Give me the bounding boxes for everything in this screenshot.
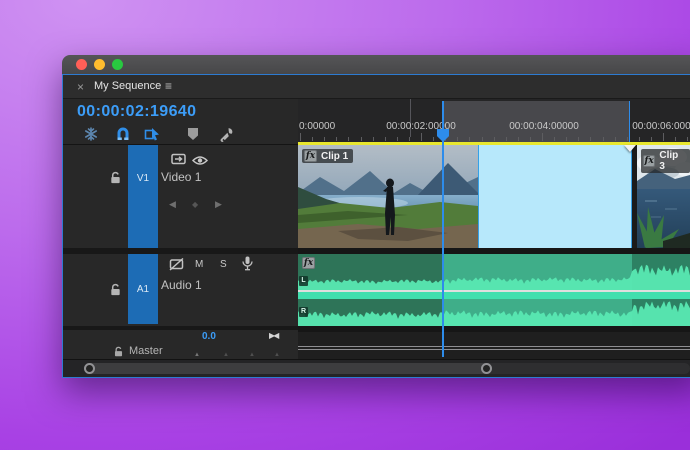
master-level-line[interactable] (298, 346, 690, 347)
fx-badge-icon: fx (302, 257, 315, 269)
toggle-track-output-icon[interactable] (192, 154, 208, 167)
video-lock-icon[interactable] (109, 171, 122, 184)
zoom-window-button[interactable] (112, 59, 123, 70)
master-keyframes-icon[interactable]: ▶◀ (269, 331, 279, 340)
bottom-bar (63, 360, 690, 377)
audio-clip-1[interactable]: fx L R (298, 254, 690, 326)
master-level-line[interactable] (298, 349, 690, 350)
fx-badge-icon: fx (304, 150, 317, 162)
desktop-background: × My Sequence ≡ 00:00:02:19640 V1 Video … (0, 0, 690, 450)
audio-track-name: Audio 1 (161, 278, 202, 292)
window-titlebar[interactable] (62, 55, 690, 74)
fx-badge-icon: fx (643, 155, 656, 167)
snap-icon[interactable] (115, 126, 131, 142)
zoom-handle-right[interactable] (481, 363, 492, 374)
collapse-icon[interactable]: ▲ (274, 352, 280, 358)
video-clip-1[interactable]: fx Clip 1 (298, 145, 478, 248)
timeline-settings-icon[interactable] (218, 126, 234, 142)
clip1-label: Clip 1 (321, 150, 349, 162)
audio-lane-right (298, 299, 690, 326)
panel-menu-icon[interactable]: ≡ (165, 79, 172, 93)
ruler-label: 00:00:06:00000 (632, 121, 690, 132)
right-channel-badge: R (299, 307, 308, 317)
clip3-label-chip: fx Clip 3 (641, 149, 690, 173)
app-window: × My Sequence ≡ 00:00:02:19640 V1 Video … (62, 55, 690, 378)
minimize-window-button[interactable] (94, 59, 105, 70)
master-gain-value[interactable]: 0.0 (202, 331, 216, 342)
audio-lane-left (298, 254, 690, 290)
playhead-timecode[interactable]: 00:00:02:19640 (77, 103, 196, 121)
tab-my-sequence[interactable]: My Sequence (94, 80, 161, 92)
audio-sync-lock-icon[interactable] (169, 258, 185, 271)
ruler-label: 00:00:04:00000 (509, 121, 579, 132)
next-keyframe-icon[interactable]: ▶ (215, 199, 222, 210)
waveform-right (298, 301, 690, 326)
sync-lock-icon[interactable] (171, 153, 187, 166)
collapse-icon[interactable]: ▲ (249, 352, 255, 358)
close-panel-icon[interactable]: × (77, 80, 84, 94)
master-track-name: Master (129, 345, 163, 357)
ruler-label: 0:00000 (299, 121, 336, 132)
waveform-left (298, 264, 690, 290)
master-lock-icon[interactable] (113, 346, 124, 357)
out-point-marker-icon[interactable] (624, 145, 636, 152)
source-patch-v1[interactable]: V1 (128, 145, 158, 248)
source-patch-a1[interactable]: A1 (128, 254, 158, 324)
voiceover-record-icon[interactable] (242, 256, 253, 271)
clip1-label-chip: fx Clip 1 (302, 149, 354, 163)
add-keyframe-icon[interactable]: ◆ (192, 200, 198, 209)
audio-lane-divider (298, 292, 690, 299)
prev-keyframe-icon[interactable]: ◀ (169, 199, 176, 210)
video-track-name: Video 1 (161, 170, 202, 184)
mute-button[interactable]: M (195, 259, 203, 270)
close-window-button[interactable] (76, 59, 87, 70)
add-marker-icon[interactable] (185, 126, 201, 142)
linked-selection-icon[interactable] (144, 126, 160, 142)
video-clip-2-selected[interactable] (478, 145, 632, 248)
solo-button[interactable]: S (220, 259, 227, 270)
horizontal-scrollbar[interactable] (84, 363, 690, 374)
timeline-panel: × My Sequence ≡ 00:00:02:19640 V1 Video … (62, 74, 690, 378)
scrollbar-thumb[interactable] (84, 363, 492, 374)
video-clip-3[interactable]: fx Clip 3 (637, 145, 690, 248)
clip3-label: Clip 3 (659, 150, 679, 172)
nest-clips-icon[interactable] (83, 126, 99, 142)
left-channel-badge: L (299, 276, 308, 286)
collapse-icon[interactable]: ▲ (194, 352, 200, 358)
zoom-handle-left[interactable] (84, 363, 95, 374)
audio-lock-icon[interactable] (109, 283, 122, 296)
collapse-icon[interactable]: ▲ (223, 352, 229, 358)
timeline-track-area[interactable]: 0:00000 00:00:02:00000 00:00:04:00000 00… (298, 99, 690, 359)
